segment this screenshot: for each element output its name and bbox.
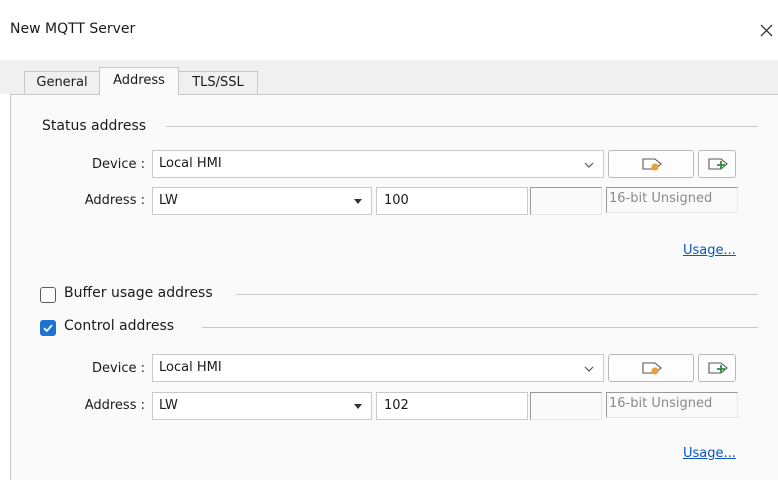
control-device-settings-button[interactable] — [608, 354, 694, 382]
control-data-format: 16-bit Unsigned — [606, 392, 738, 418]
tag-settings-icon — [642, 158, 662, 171]
control-group-divider — [202, 327, 758, 328]
status-group-title: Status address — [42, 118, 147, 134]
tag-settings-icon — [642, 362, 662, 375]
status-address-type-value: LW — [159, 193, 178, 208]
dropdown-arrow-icon — [354, 404, 362, 409]
control-address-label: Control address — [64, 318, 175, 334]
add-tag-icon — [708, 362, 728, 374]
buffer-usage-label: Buffer usage address — [64, 285, 213, 301]
status-address-type-select[interactable]: LW — [152, 187, 372, 215]
close-button[interactable] — [756, 20, 778, 42]
close-icon — [760, 24, 773, 37]
title-bar: New MQTT Server — [0, 0, 778, 60]
status-address-index-field[interactable] — [530, 187, 602, 215]
chevron-down-icon — [584, 162, 594, 168]
control-address-input[interactable]: 102 — [376, 392, 528, 420]
control-address-type-value: LW — [159, 398, 178, 413]
status-address-value: 100 — [384, 193, 409, 208]
status-address-label: Address : — [84, 193, 145, 208]
tab-tls-ssl[interactable]: TLS/SSL — [178, 71, 258, 94]
status-device-settings-button[interactable] — [608, 150, 694, 178]
control-address-type-select[interactable]: LW — [152, 392, 372, 420]
tab-address[interactable]: Address — [99, 67, 179, 95]
status-device-label: Device : — [92, 157, 145, 172]
status-data-format-value: 16-bit Unsigned — [609, 191, 713, 206]
tab-general-label: General — [36, 75, 88, 90]
status-group-divider — [166, 126, 758, 127]
status-device-select[interactable]: Local HMI — [152, 150, 604, 178]
control-address-checkbox[interactable] — [40, 320, 56, 336]
control-device-value: Local HMI — [159, 360, 222, 375]
control-device-label: Device : — [92, 361, 145, 376]
control-address-index-field[interactable] — [530, 392, 602, 420]
control-data-format-value: 16-bit Unsigned — [609, 396, 713, 411]
control-usage-link[interactable]: Usage... — [683, 446, 736, 461]
buffer-group-divider — [236, 294, 758, 295]
status-device-value: Local HMI — [159, 156, 222, 171]
control-address-field-label: Address : — [84, 398, 145, 413]
add-tag-icon — [708, 158, 728, 170]
check-icon — [43, 324, 53, 333]
status-address-input[interactable]: 100 — [376, 187, 528, 215]
buffer-usage-checkbox[interactable] — [40, 287, 56, 303]
dropdown-arrow-icon — [354, 199, 362, 204]
chevron-down-icon — [584, 366, 594, 372]
tab-general[interactable]: General — [24, 71, 100, 94]
tab-tls-ssl-label: TLS/SSL — [192, 75, 244, 90]
status-data-format: 16-bit Unsigned — [606, 187, 738, 213]
status-new-device-button[interactable] — [698, 150, 736, 178]
control-device-select[interactable]: Local HMI — [152, 354, 604, 382]
control-new-device-button[interactable] — [698, 354, 736, 382]
window-title: New MQTT Server — [10, 21, 136, 37]
tab-address-label: Address — [113, 73, 165, 88]
control-address-value: 102 — [384, 398, 409, 413]
status-usage-link[interactable]: Usage... — [683, 243, 736, 258]
